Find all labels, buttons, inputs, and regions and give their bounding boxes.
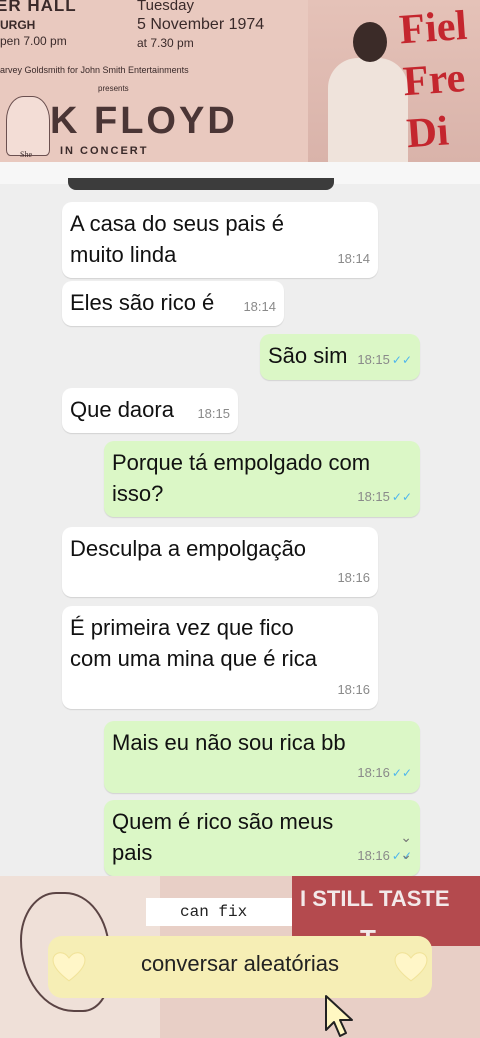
message-text-line: muito linda: [70, 242, 177, 267]
poster-sketch-figure: [6, 96, 50, 156]
message-text-line: Eles são rico é: [70, 290, 215, 315]
poster-doors: pen 7.00 pm: [0, 34, 67, 48]
message-bubble-incoming[interactable]: Desculpa a empolgação 18:16: [62, 527, 378, 597]
chat-conversation[interactable]: A casa do seus pais é muito linda 18:14 …: [0, 162, 480, 876]
message-time: 18:15: [357, 352, 390, 367]
message-text-line: Mais eu não sou rica bb: [112, 730, 346, 755]
cursor-pointer-icon: [325, 995, 353, 1037]
message-bubble-incoming[interactable]: A casa do seus pais é muito linda 18:14: [62, 202, 378, 278]
heart-icon: [394, 952, 428, 982]
message-text-line: A casa do seus pais é: [70, 211, 285, 236]
poster-venue: ER HALL: [0, 0, 77, 15]
poster-in-concert: IN CONCERT: [60, 145, 149, 157]
poster-weekday: Tuesday: [137, 0, 194, 14]
concert-poster: ER HALL URGH pen 7.00 pm Tuesday 5 Novem…: [0, 0, 308, 162]
poster-time: at 7.30 pm: [137, 36, 194, 50]
message-time: 18:15: [357, 489, 390, 504]
message-bubble-outgoing[interactable]: São sim 18:15 ✓✓: [260, 334, 420, 380]
message-text-line: Quem é rico são meus: [112, 809, 334, 834]
double-chevron-down-icon[interactable]: ⌄ ⌄: [400, 829, 412, 863]
poster-promoter: arvey Goldsmith for John Smith Entertain…: [0, 65, 189, 75]
caption-text: conversar aleatórias: [140, 951, 340, 976]
poster-date: 5 November 1974: [137, 16, 265, 33]
message-time: 18:16: [337, 682, 370, 697]
message-text-line: pais: [112, 840, 153, 865]
photo-figure-head: [353, 22, 387, 62]
read-receipt-icon: ✓✓: [391, 766, 412, 780]
message-time: 18:16: [337, 570, 370, 585]
message-bubble-incoming[interactable]: Que daora 18:15: [62, 388, 238, 433]
message-bubble-outgoing[interactable]: Porque tá empolgado com isso? 18:15 ✓✓: [104, 441, 420, 517]
message-time: 18:14: [243, 299, 276, 314]
top-collage-banner: ER HALL URGH pen 7.00 pm Tuesday 5 Novem…: [0, 0, 480, 162]
photo-figure-body: [328, 58, 408, 162]
message-text-line: com uma mina que é rica: [70, 646, 317, 671]
read-receipt-icon: ✓✓: [391, 353, 412, 367]
message-bubble-outgoing[interactable]: Mais eu não sou rica bb 18:16 ✓✓: [104, 721, 420, 793]
message-bubble-outgoing[interactable]: Quem é rico são meus pais 18:16 ✓✓: [104, 800, 420, 876]
photo-red-title: Fiel Fre Di: [397, 2, 469, 158]
can-fix-sticker: can fix: [146, 898, 292, 926]
poster-city: URGH: [0, 18, 36, 32]
message-text-line: São sim: [268, 343, 348, 368]
message-bubble-incoming[interactable]: É primeira vez que fico com uma mina que…: [62, 606, 378, 709]
poster-she-text: She: [20, 150, 32, 159]
cropped-message-bubble: [68, 178, 334, 190]
message-time: 18:14: [337, 251, 370, 266]
caption-banner: conversar aleatórias: [48, 936, 432, 998]
message-text-line: Que daora: [70, 397, 174, 422]
woman-photo: Fiel Fre Di: [308, 0, 480, 162]
message-text-line: É primeira vez que fico: [70, 615, 294, 640]
message-time: 18:16: [357, 765, 390, 780]
message-bubble-incoming[interactable]: Eles são rico é 18:14: [62, 281, 284, 326]
message-time: 18:15: [197, 406, 230, 421]
read-receipt-icon: ✓✓: [391, 490, 412, 504]
poster-band-name: K FLOYD: [50, 100, 238, 142]
poster-presents: presents: [98, 84, 129, 93]
bottom-collage: can fix I STILL TASTE T conversar aleató…: [0, 876, 480, 1038]
message-text-line: isso?: [112, 481, 164, 506]
still-taste-text: I STILL TASTE: [300, 886, 450, 911]
message-text-line: Porque tá empolgado com: [112, 450, 371, 475]
message-text-line: Desculpa a empolgação: [70, 536, 307, 561]
message-time: 18:16: [357, 848, 390, 863]
